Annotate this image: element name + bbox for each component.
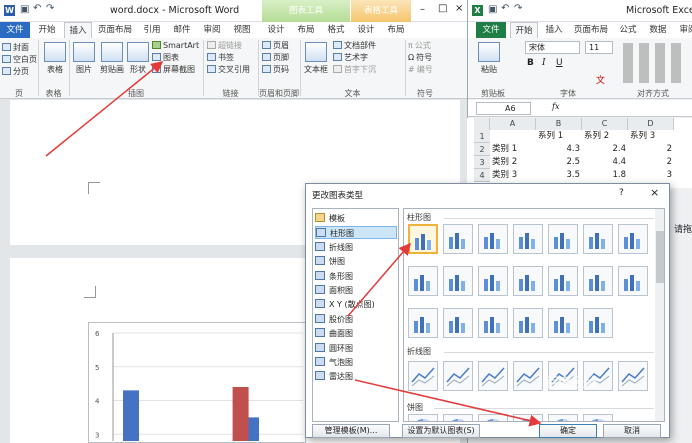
arrow-to-ok-button	[354, 379, 542, 427]
annotation-arrows	[45, 61, 542, 427]
arrow-to-chart-button	[45, 61, 164, 157]
arrow-to-column-type	[347, 242, 411, 317]
